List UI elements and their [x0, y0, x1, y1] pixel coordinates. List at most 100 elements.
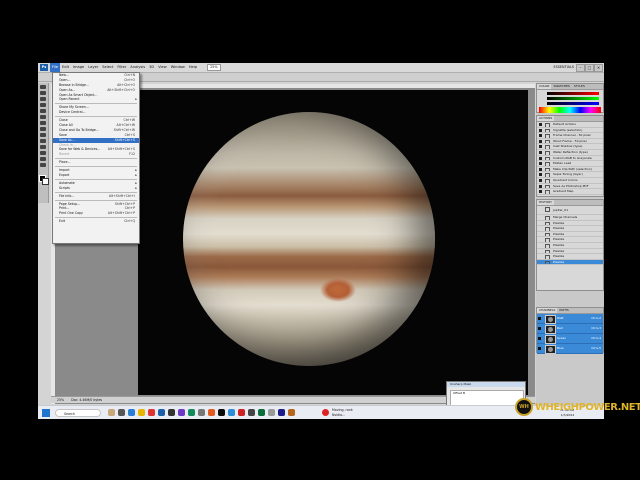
menu-layer[interactable]: Layer	[86, 63, 100, 72]
menu-3d[interactable]: 3D	[147, 63, 156, 72]
chrome-icon[interactable]	[148, 409, 155, 416]
history-panel: HISTORY Jupiter_01 Merge Channels Pixeli…	[536, 199, 604, 291]
notification-text[interactable]: Moving, rank Nvidia...	[332, 408, 353, 417]
red-slider[interactable]	[547, 92, 599, 95]
windows-start-icon[interactable]	[42, 409, 50, 417]
color-panel: COLOR SWATCHES STYLES	[536, 83, 604, 113]
menu-item-open-recent[interactable]: Open Recent	[53, 97, 139, 102]
menu-separator	[55, 116, 137, 118]
dodge-tool-icon[interactable]	[40, 157, 46, 161]
menu-file[interactable]: File	[50, 63, 61, 72]
history-item-selected[interactable]: Pixelize	[537, 259, 603, 266]
history-brush-tool-icon[interactable]	[40, 139, 46, 143]
tab-channels[interactable]: CHANNELS	[537, 308, 558, 313]
pen-tool-icon[interactable]	[40, 163, 46, 167]
menu-filter[interactable]: Filter	[115, 63, 128, 72]
minimize-icon[interactable]: –	[576, 64, 585, 72]
menu-item-file-info[interactable]: File Info... Alt+Shift+Ctrl+I	[53, 194, 139, 199]
photoshop-window: Ps File Edit Image Layer Select Filter A…	[38, 63, 604, 419]
status-doc-size: Doc: 4.46M/0 bytes	[71, 398, 103, 402]
channel-blue[interactable]: Blue Ctrl+5	[537, 344, 603, 354]
history-snapshot[interactable]: Jupiter_01	[537, 206, 603, 215]
edge-icon[interactable]	[128, 409, 135, 416]
menu-item-print-one-copy[interactable]: Print One Copy Alt+Shift+Ctrl+P	[53, 211, 139, 216]
channels-panel: CHANNELS PATHS RGB Ctrl+2 Red Ctrl+3 Green…	[536, 307, 604, 354]
widgets-icon[interactable]	[108, 409, 115, 416]
channel-red[interactable]: Red Ctrl+3	[537, 324, 603, 334]
wand-tool-icon[interactable]	[40, 103, 46, 107]
dialog-title[interactable]: Unsharp Mask	[447, 382, 525, 387]
eye-icon	[538, 347, 541, 350]
photoshop-taskbar-icon[interactable]	[158, 409, 165, 416]
app-icon[interactable]	[198, 409, 205, 416]
menu-view[interactable]: View	[156, 63, 169, 72]
menu-item-export[interactable]: Export	[53, 173, 139, 178]
menu-window[interactable]: Window	[169, 63, 187, 72]
menu-item-place[interactable]: Place...	[53, 160, 139, 165]
eraser-tool-icon[interactable]	[40, 145, 46, 149]
app-icon[interactable]	[218, 409, 225, 416]
menu-item-exit[interactable]: Exit Ctrl+Q	[53, 219, 139, 224]
toolbox	[38, 83, 49, 203]
green-slider[interactable]	[547, 97, 599, 100]
zoom-select[interactable]: 25%	[207, 64, 221, 71]
tab-paths[interactable]: PATHS	[557, 308, 570, 313]
app-icon[interactable]	[288, 409, 295, 416]
app-icon[interactable]	[228, 409, 235, 416]
menu-separator	[55, 166, 137, 168]
lasso-tool-icon[interactable]	[40, 97, 46, 101]
channel-rgb[interactable]: RGB Ctrl+2	[537, 314, 603, 324]
stamp-tool-icon[interactable]	[40, 133, 46, 137]
crop-tool-icon[interactable]	[40, 109, 46, 113]
menu-separator	[55, 158, 137, 160]
menu-analysis[interactable]: Analysis	[128, 63, 147, 72]
watermark-logo-icon: WH	[515, 398, 533, 416]
notification-icon[interactable]	[322, 409, 329, 416]
workspace-switcher[interactable]: ESSENTIALS	[553, 64, 574, 71]
taskbar-search[interactable]: Search	[55, 409, 101, 417]
menu-item-revert[interactable]: Revert F12	[53, 152, 139, 157]
healing-tool-icon[interactable]	[40, 121, 46, 125]
tab-color[interactable]: COLOR	[537, 84, 552, 89]
menu-item-device-central[interactable]: Device Central...	[53, 110, 139, 115]
app-icon[interactable]	[248, 409, 255, 416]
color-spectrum[interactable]	[539, 107, 601, 113]
tab-actions[interactable]: ACTIONS	[537, 116, 555, 121]
gradient-tool-icon[interactable]	[40, 151, 46, 155]
close-icon[interactable]: ×	[594, 64, 603, 72]
action-item[interactable]: Gradient Map	[537, 189, 603, 195]
app-icon[interactable]	[278, 409, 285, 416]
menu-item-scripts[interactable]: Scripts	[53, 186, 139, 191]
menu-separator	[55, 217, 137, 219]
app-icon[interactable]	[208, 409, 215, 416]
move-tool-icon[interactable]	[40, 85, 46, 89]
menu-separator	[55, 103, 137, 105]
menu-edit[interactable]: Edit	[60, 63, 71, 72]
file-explorer-icon[interactable]	[138, 409, 145, 416]
brush-tool-icon[interactable]	[40, 127, 46, 131]
marquee-tool-icon[interactable]	[40, 91, 46, 95]
app-icon[interactable]	[168, 409, 175, 416]
app-icon[interactable]	[238, 409, 245, 416]
background-color-swatch[interactable]	[42, 178, 49, 185]
app-icon[interactable]	[258, 409, 265, 416]
actions-panel: ACTIONS Default Actions Vignette (select…	[536, 115, 604, 197]
app-icon[interactable]	[188, 409, 195, 416]
status-zoom: 25%	[57, 398, 65, 402]
maximize-icon[interactable]: □	[585, 64, 594, 72]
channel-green[interactable]: Green Ctrl+4	[537, 334, 603, 344]
file-menu-dropdown: New... Ctrl+N Open... Ctrl+O Browse in Bri…	[52, 72, 140, 244]
task-view-icon[interactable]	[118, 409, 125, 416]
tab-styles[interactable]: STYLES	[572, 84, 587, 89]
menu-image[interactable]: Image	[71, 63, 86, 72]
watermark-text: WHEIGHPOWER.NET	[535, 401, 640, 413]
menu-help[interactable]: Help	[187, 63, 199, 72]
blue-slider[interactable]	[547, 102, 599, 105]
app-icon[interactable]	[178, 409, 185, 416]
tab-history[interactable]: HISTORY	[537, 200, 554, 205]
app-icon[interactable]	[268, 409, 275, 416]
eyedropper-tool-icon[interactable]	[40, 115, 46, 119]
menu-select[interactable]: Select	[100, 63, 115, 72]
document-canvas[interactable]	[138, 90, 528, 395]
tab-swatches[interactable]: SWATCHES	[551, 84, 571, 89]
